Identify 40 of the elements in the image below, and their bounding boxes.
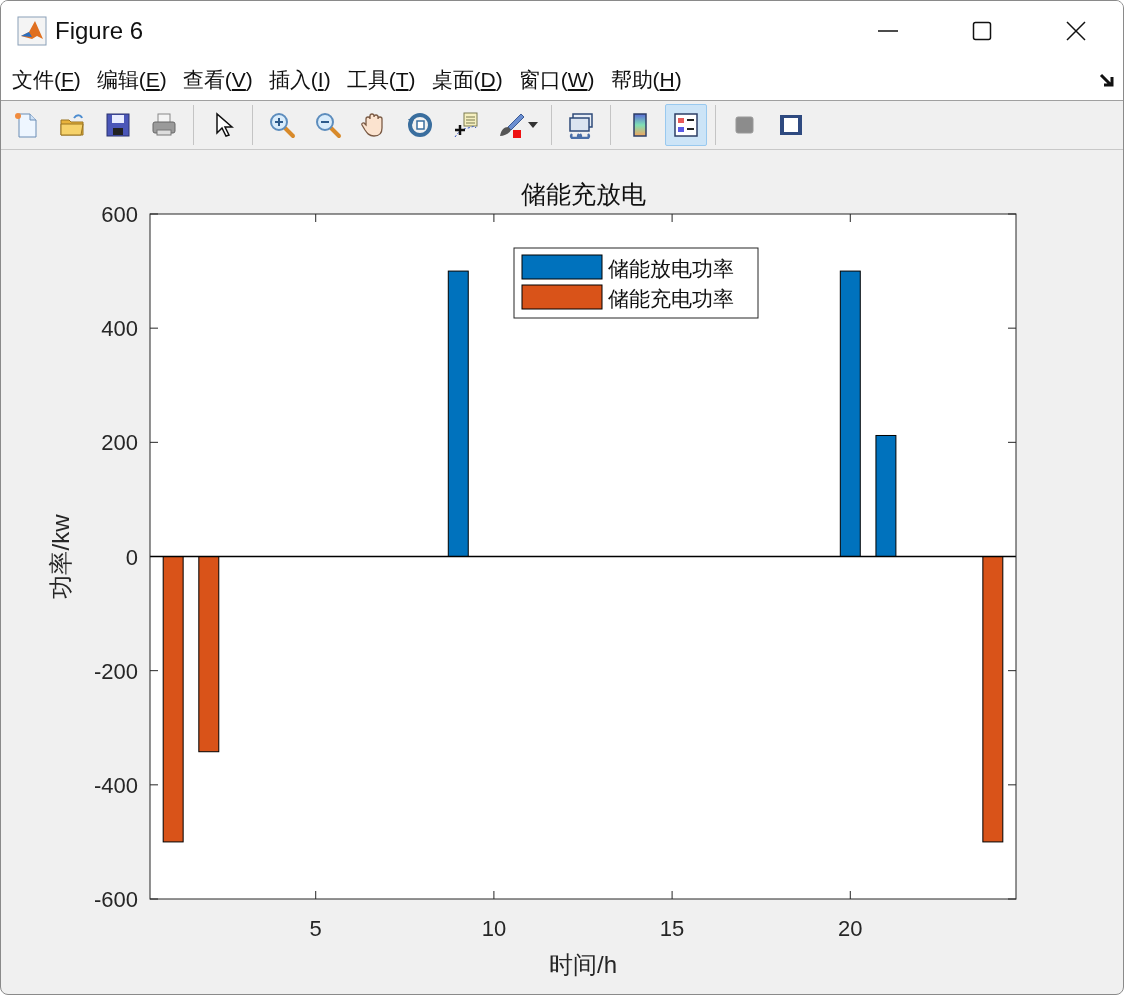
legend-button[interactable] — [665, 103, 707, 146]
x-tick-label: 20 — [838, 916, 863, 941]
rotate-icon — [406, 110, 434, 139]
menu-item[interactable]: 文件(F) — [5, 64, 88, 97]
y-axis-label: 功率/kw — [47, 514, 74, 599]
menu-item[interactable]: 查看(V) — [175, 64, 260, 97]
link-icon — [567, 110, 595, 139]
minimize-icon — [878, 30, 898, 32]
maximize-icon — [972, 21, 992, 41]
dock-arrow-icon[interactable] — [1099, 72, 1115, 89]
zoom-in-icon — [268, 110, 296, 139]
y-tick-label: -200 — [93, 658, 138, 684]
printer-icon — [150, 110, 178, 139]
caret-icon — [528, 121, 538, 128]
legend-label: 储能充电功率 — [608, 287, 734, 311]
x-axis-label: 时间/h — [549, 951, 617, 978]
chart-title: 储能充放电 — [520, 180, 646, 209]
y-tick-label: -400 — [93, 772, 138, 798]
y-tick-label: 200 — [101, 430, 138, 456]
legend-label: 储能放电功率 — [608, 257, 734, 281]
data-cursor-icon — [452, 110, 480, 139]
x-tick-label: 15 — [659, 916, 685, 941]
window-title: Figure 6 — [55, 17, 145, 45]
y-tick-label: 0 — [125, 544, 138, 570]
y-tick-label: 600 — [101, 202, 138, 227]
x-tick-label: 5 — [309, 916, 322, 941]
x-tick-label: 10 — [481, 916, 507, 941]
menu-item[interactable]: 编辑(E) — [89, 64, 174, 97]
menu-item[interactable]: 插入(I) — [261, 64, 338, 97]
menu-item[interactable]: 工具(T) — [339, 64, 423, 97]
menu-item[interactable]: 桌面(D) — [424, 64, 510, 97]
legend-icon — [672, 110, 700, 139]
zoom-out-icon — [314, 110, 342, 139]
y-tick-label: 400 — [101, 316, 138, 342]
y-tick-label: -600 — [93, 887, 138, 912]
close-icon — [1066, 21, 1086, 41]
new-file-icon — [12, 110, 40, 139]
menu-item[interactable]: 帮助(H) — [603, 64, 689, 97]
app-logo-icon — [17, 16, 47, 46]
menu-item[interactable]: 窗口(W) — [511, 64, 602, 97]
